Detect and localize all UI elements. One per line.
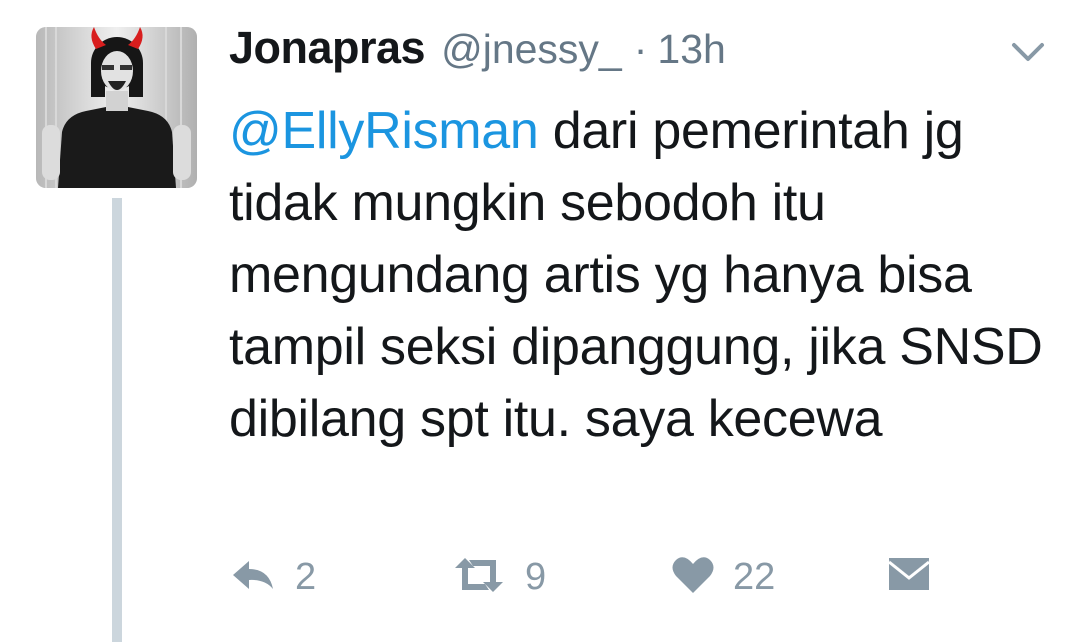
thread-line <box>112 198 122 642</box>
tweet-actions: 2 9 22 <box>229 552 949 602</box>
mention-link[interactable]: @EllyRisman <box>229 102 539 160</box>
timestamp[interactable]: 13h <box>657 26 725 73</box>
envelope-icon <box>887 556 931 599</box>
retweet-button[interactable]: 9 <box>451 552 546 602</box>
reply-icon <box>229 555 277 600</box>
avatar[interactable] <box>36 27 197 188</box>
reply-count: 2 <box>295 555 317 598</box>
chevron-down-icon[interactable] <box>1010 40 1046 64</box>
tweet: Jonapras @jnessy_ · 13h @EllyRisman dari… <box>0 0 1080 642</box>
like-button[interactable]: 22 <box>671 552 775 602</box>
retweet-icon <box>451 555 507 600</box>
tweet-text: @EllyRisman dari pemerintah jg tidak mun… <box>229 95 1049 455</box>
author-handle[interactable]: @jnessy_ <box>441 26 622 73</box>
tweet-header: Jonapras @jnessy_ · 13h <box>229 22 726 82</box>
reply-button[interactable]: 2 <box>229 552 316 602</box>
direct-message-button[interactable] <box>887 552 931 602</box>
like-count: 22 <box>733 555 776 598</box>
retweet-count: 9 <box>525 555 547 598</box>
heart-icon <box>671 555 715 600</box>
header-separator: · <box>633 26 648 72</box>
author-name[interactable]: Jonapras <box>229 22 426 74</box>
avatar-image <box>36 27 197 188</box>
